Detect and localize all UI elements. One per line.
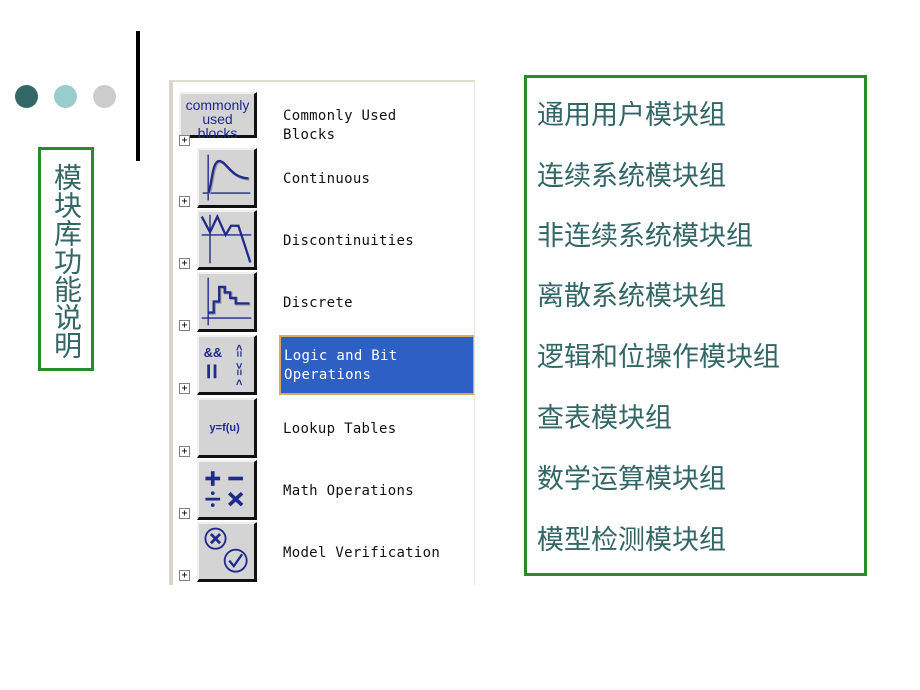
expand-toggle[interactable]: +	[179, 446, 190, 457]
svg-text:>=: >=	[233, 363, 245, 376]
slide-title: 模块库功能说明	[50, 163, 83, 359]
math-operations-icon[interactable]	[197, 460, 257, 520]
description-model-verification: 模型检测模块组	[537, 525, 726, 556]
math-operations-icon-graphic	[205, 471, 244, 507]
slide-title-box: 模块库功能说明	[38, 147, 94, 371]
expand-toggle[interactable]: +	[179, 135, 190, 146]
decorative-dot-light	[54, 85, 77, 108]
decorative-dot-gray	[93, 85, 116, 108]
library-item-continuous[interactable]: + Continuous	[173, 148, 473, 210]
library-item-label[interactable]: Commonly Used Blocks	[283, 107, 396, 145]
lookup-tables-icon-graphic: y=f(u)	[210, 422, 241, 434]
library-browser: commonly used blocks + Commonly Used Blo…	[169, 80, 475, 585]
expand-toggle[interactable]: +	[179, 508, 190, 519]
description-commonly-used: 通用用户模块组	[537, 100, 726, 131]
svg-text:&&: &&	[204, 345, 223, 360]
decorative-dot-dark	[15, 85, 38, 108]
icon-text: commonly	[185, 97, 250, 113]
library-item-commonly-used[interactable]: commonly used blocks + Commonly Used Blo…	[173, 90, 473, 152]
description-math-operations: 数学运算模块组	[537, 464, 726, 495]
continuous-icon-graphic	[202, 154, 251, 201]
library-item-label[interactable]: Lookup Tables	[283, 420, 396, 439]
expand-toggle[interactable]: +	[179, 570, 190, 581]
svg-text:<: <	[233, 379, 245, 385]
library-item-discontinuities[interactable]: + Discontinuities	[173, 210, 473, 272]
model-verification-icon[interactable]	[197, 522, 257, 582]
logic-bit-operations-icon[interactable]: && <= >= <	[197, 335, 257, 395]
discrete-icon[interactable]	[197, 272, 257, 332]
expand-toggle[interactable]: +	[179, 196, 190, 207]
lookup-tables-icon[interactable]: y=f(u)	[197, 398, 257, 458]
library-item-label[interactable]: Model Verification	[283, 544, 440, 563]
expand-toggle[interactable]: +	[179, 258, 190, 269]
svg-text:<=: <=	[233, 344, 245, 357]
description-lookup-tables: 查表模块组	[537, 403, 672, 434]
model-verification-icon-graphic	[204, 527, 248, 573]
lookup-icon-text: y=f(u)	[210, 422, 241, 434]
library-item-lookup-tables[interactable]: y=f(u) + Lookup Tables	[173, 398, 473, 460]
library-item-label-selected[interactable]: Logic and Bit Operations	[279, 335, 474, 395]
description-box: 通用用户模块组 连续系统模块组 非连续系统模块组 离散系统模块组 逻辑和位操作模…	[524, 75, 867, 576]
description-continuous: 连续系统模块组	[537, 161, 726, 192]
vertical-divider	[136, 31, 140, 161]
discrete-icon-graphic	[201, 277, 252, 326]
description-logic-bit: 逻辑和位操作模块组	[537, 342, 780, 373]
commonly-used-blocks-icon[interactable]: commonly used blocks	[179, 92, 257, 141]
expand-toggle[interactable]: +	[179, 320, 190, 331]
continuous-icon[interactable]	[197, 148, 257, 208]
description-discontinuities: 非连续系统模块组	[537, 221, 753, 252]
library-item-label[interactable]: Continuous	[283, 170, 370, 189]
library-item-label[interactable]: Math Operations	[283, 482, 414, 501]
library-item-math-operations[interactable]: + Math Operations	[173, 460, 473, 522]
library-item-discrete[interactable]: + Discrete	[173, 272, 473, 334]
discontinuities-icon[interactable]	[197, 210, 257, 270]
library-item-label[interactable]: Discontinuities	[283, 232, 414, 251]
icon-text: used blocks	[197, 111, 238, 141]
description-discrete: 离散系统模块组	[537, 281, 726, 312]
library-item-logic-bit[interactable]: && <= >= < + Logic and Bit Operations	[173, 335, 474, 397]
expand-toggle[interactable]: +	[179, 383, 190, 394]
discontinuities-icon-graphic	[200, 213, 252, 264]
logic-bit-operations-icon-graphic: && <= >= <	[204, 344, 245, 385]
library-item-label[interactable]: Discrete	[283, 294, 353, 313]
library-item-model-verification[interactable]: + Model Verification	[173, 522, 473, 584]
